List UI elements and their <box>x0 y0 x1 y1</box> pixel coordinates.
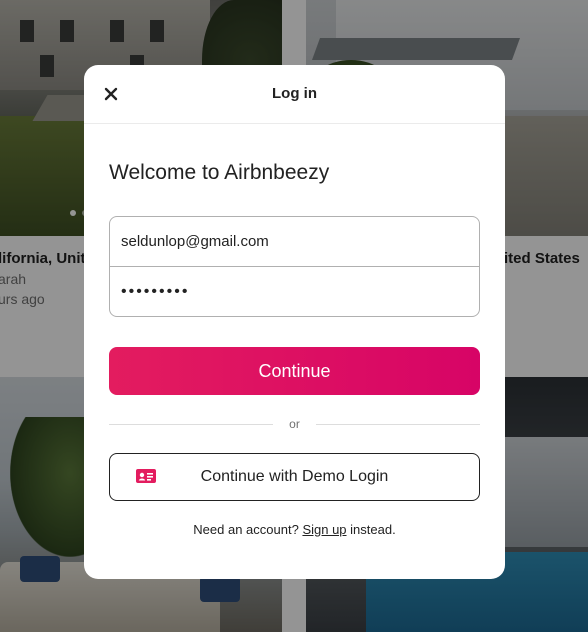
signup-prompt: Need an account? Sign up instead. <box>84 522 505 537</box>
signup-link[interactable]: Sign up <box>302 522 346 537</box>
signup-prefix: Need an account? <box>193 522 303 537</box>
login-modal: Log in Welcome to Airbnbeezy seldunlop@g… <box>84 65 505 579</box>
modal-title: Log in <box>272 85 317 102</box>
credentials-group: seldunlop@gmail.com ••••••••• <box>109 216 480 317</box>
modal-header: Log in <box>84 65 505 124</box>
signup-suffix: instead. <box>346 522 396 537</box>
password-field[interactable]: ••••••••• <box>110 266 479 316</box>
continue-button[interactable]: Continue <box>109 347 480 395</box>
id-card-icon <box>136 469 156 483</box>
or-divider: or <box>109 417 480 431</box>
email-field[interactable]: seldunlop@gmail.com <box>110 217 479 266</box>
demo-login-button[interactable]: Continue with Demo Login <box>109 453 480 501</box>
welcome-heading: Welcome to Airbnbeezy <box>109 161 330 184</box>
demo-login-label: Continue with Demo Login <box>200 468 389 485</box>
